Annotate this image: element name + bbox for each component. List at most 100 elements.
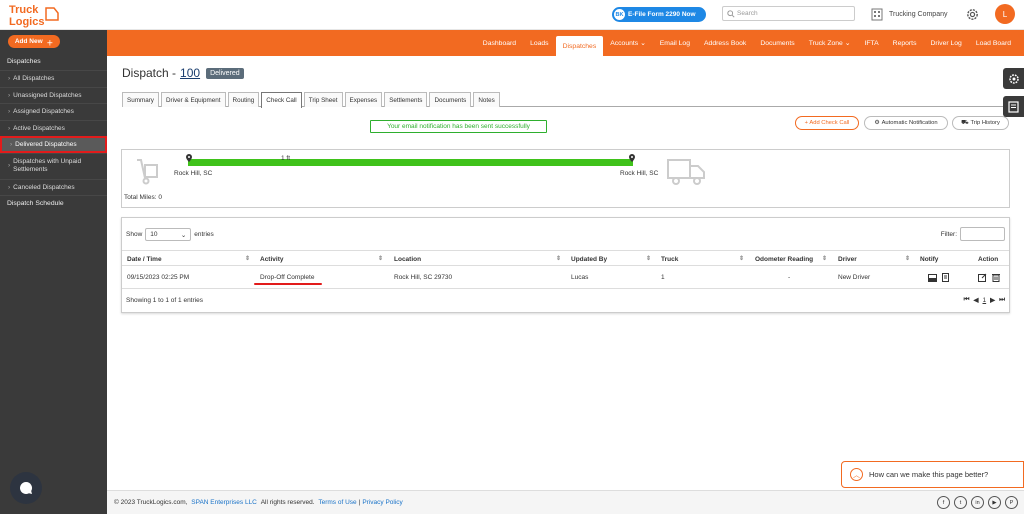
- last-page-icon[interactable]: ⏭: [999, 296, 1005, 304]
- trip-history-label: Trip History: [970, 120, 1000, 126]
- nav-email-log[interactable]: Email Log: [653, 30, 697, 56]
- sort-icon[interactable]: ⇕: [822, 255, 827, 262]
- sort-icon[interactable]: ⇕: [905, 255, 910, 262]
- terms-of-use-link[interactable]: Terms of Use: [318, 499, 356, 506]
- nav-ifta[interactable]: IFTA: [857, 30, 885, 56]
- filter-input[interactable]: [960, 227, 1005, 241]
- entries-select[interactable]: 10 ⌄: [145, 228, 192, 241]
- search-input[interactable]: Search: [722, 6, 855, 21]
- edit-icon[interactable]: [978, 273, 987, 282]
- nav-documents[interactable]: Documents: [753, 30, 801, 56]
- sidebar-item-dispatch-schedule[interactable]: Dispatch Schedule: [0, 195, 107, 211]
- sidebar: Add New ＋ Dispatches › All Dispatches › Una…: [0, 30, 107, 514]
- sort-icon[interactable]: ⇕: [739, 255, 744, 262]
- sort-icon[interactable]: ⇕: [378, 255, 383, 262]
- nav-dashboard[interactable]: Dashboard: [476, 30, 523, 56]
- social-links: f t in ▶ P: [937, 496, 1018, 509]
- col-action: Action: [978, 255, 999, 263]
- feedback-label: How can we make this page better?: [869, 470, 989, 479]
- add-new-button[interactable]: Add New ＋: [8, 35, 60, 48]
- cell-odometer: -: [788, 274, 791, 281]
- efile-2290-button[interactable]: BK E-File Form 2290 Now: [612, 7, 706, 22]
- show-label: Show: [126, 231, 143, 238]
- sort-icon[interactable]: ⇕: [245, 255, 250, 262]
- sidebar-item-assigned-dispatches[interactable]: › Assigned Dispatches: [0, 103, 107, 120]
- twitter-icon[interactable]: t: [954, 496, 967, 509]
- chevron-right-icon: ›: [8, 162, 11, 169]
- cell-notify: [928, 266, 949, 289]
- span-enterprises-link[interactable]: SPAN Enterprises LLC: [191, 499, 257, 506]
- chat-launcher[interactable]: [10, 472, 42, 504]
- tab-check-call[interactable]: Check Call: [261, 92, 302, 108]
- company-selector[interactable]: Trucking Company: [871, 6, 948, 23]
- nav-reports[interactable]: Reports: [886, 30, 924, 56]
- page-number[interactable]: 1: [983, 297, 987, 304]
- col-date-time[interactable]: Date / Time: [127, 251, 162, 267]
- col-activity[interactable]: Activity: [260, 251, 283, 267]
- sidebar-item-delivered-dispatches[interactable]: › Delivered Dispatches: [0, 136, 107, 153]
- tab-routing[interactable]: Routing: [227, 92, 260, 107]
- total-miles: Total Miles: 0: [124, 194, 162, 201]
- tab-trip-sheet[interactable]: Trip Sheet: [303, 92, 343, 107]
- dispatch-number-link[interactable]: 100: [180, 66, 200, 80]
- sort-icon[interactable]: ⇕: [556, 255, 561, 262]
- chat-bubble-icon: [20, 482, 33, 494]
- tab-driver-equipment[interactable]: Driver & Equipment: [160, 92, 226, 107]
- footer-rights: All rights reserved.: [260, 499, 315, 506]
- trucklogics-logo[interactable]: Truck Logics: [6, 2, 62, 28]
- nav-accounts[interactable]: Accounts ⌄: [603, 30, 653, 56]
- first-page-icon[interactable]: ⏮: [964, 296, 970, 304]
- bk-badge: BK: [613, 8, 626, 21]
- filter-label: Filter:: [940, 230, 957, 238]
- nav-address-book[interactable]: Address Book: [697, 30, 753, 56]
- chevron-up-icon: ︿: [850, 468, 863, 481]
- col-driver[interactable]: Driver: [838, 251, 857, 267]
- facebook-icon[interactable]: f: [937, 496, 950, 509]
- nav-truck-zone[interactable]: Truck Zone ⌄: [802, 30, 858, 56]
- sidebar-item-unpaid-settlements[interactable]: › Dispatches with Unpaid Settlements: [0, 152, 107, 179]
- nav-dispatches[interactable]: Dispatches: [555, 36, 604, 56]
- sidebar-item-canceled-dispatches[interactable]: › Canceled Dispatches: [0, 178, 107, 196]
- next-page-icon[interactable]: ▶: [990, 296, 995, 304]
- pinterest-icon[interactable]: P: [1005, 496, 1018, 509]
- chevron-right-icon: ›: [8, 75, 11, 83]
- nav-load-board[interactable]: Load Board: [969, 30, 1018, 56]
- sidebar-item-unassigned-dispatches[interactable]: › Unassigned Dispatches: [0, 86, 107, 104]
- feedback-widget[interactable]: ︿ How can we make this page better?: [841, 461, 1024, 488]
- side-float-icons: [1003, 68, 1024, 124]
- document-icon[interactable]: [942, 273, 949, 282]
- status-badge: Delivered: [206, 67, 244, 79]
- tab-settlements[interactable]: Settlements: [384, 92, 428, 107]
- col-location[interactable]: Location: [394, 251, 421, 267]
- tab-notes[interactable]: Notes: [473, 92, 500, 107]
- sidebar-item-active-dispatches[interactable]: › Active Dispatches: [0, 119, 107, 137]
- sort-icon[interactable]: ⇕: [646, 255, 651, 262]
- nav-loads[interactable]: Loads: [523, 30, 556, 56]
- privacy-policy-link[interactable]: Privacy Policy: [362, 499, 402, 506]
- notes-float-button[interactable]: [1003, 96, 1024, 117]
- inbox-icon[interactable]: [928, 273, 937, 282]
- col-odometer[interactable]: Odometer Reading: [755, 251, 813, 267]
- user-avatar[interactable]: L: [995, 4, 1015, 24]
- tab-expenses[interactable]: Expenses: [344, 92, 383, 107]
- col-updated-by[interactable]: Updated By: [571, 251, 607, 267]
- settings-float-button[interactable]: [1003, 68, 1024, 89]
- pagination: ⏮ ◀ 1 ▶ ⏭: [964, 296, 1005, 304]
- add-check-call-button[interactable]: + Add Check Call: [795, 116, 859, 130]
- cell-updated-by: Lucas: [571, 274, 589, 281]
- delivery-truck-icon: [667, 159, 705, 185]
- gear-icon[interactable]: [965, 7, 980, 22]
- sidebar-item-all-dispatches[interactable]: › All Dispatches: [0, 70, 107, 87]
- automatic-notification-button[interactable]: ⚙ Automatic Notification: [864, 116, 948, 130]
- nav-driver-log[interactable]: Driver Log: [923, 30, 968, 56]
- tab-summary[interactable]: Summary: [122, 92, 159, 107]
- trip-history-button[interactable]: ⛟ Trip History: [952, 116, 1009, 130]
- tab-documents[interactable]: Documents: [429, 92, 472, 107]
- cell-date: 09/15/2023 02:25 PM: [127, 274, 190, 281]
- prev-page-icon[interactable]: ◀: [974, 296, 979, 304]
- col-truck[interactable]: Truck: [661, 251, 678, 267]
- linkedin-icon[interactable]: in: [971, 496, 984, 509]
- trash-icon[interactable]: [992, 273, 1000, 282]
- youtube-icon[interactable]: ▶: [988, 496, 1001, 509]
- sidebar-section-dispatches: Dispatches: [7, 57, 41, 65]
